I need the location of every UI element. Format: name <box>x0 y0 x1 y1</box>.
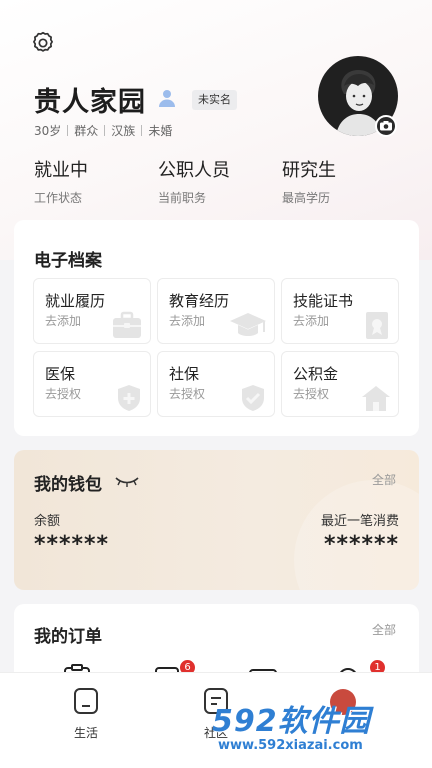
orders-title: 我的订单 <box>34 627 102 647</box>
recent-spend-value: ****** <box>323 532 399 557</box>
check-shield-icon <box>242 385 264 411</box>
briefcase-icon <box>113 311 141 338</box>
person-icon <box>159 90 175 107</box>
tile-subtitle: 去添加 <box>293 314 330 328</box>
verification-badge[interactable]: 未实名 <box>192 90 237 110</box>
tile-title: 公积金 <box>293 365 339 383</box>
user-meta: 30岁 群众 汉族 未婚 <box>34 122 172 139</box>
divider <box>104 125 106 136</box>
tile-subtitle: 去添加 <box>169 314 206 328</box>
tile-title: 就业履历 <box>45 292 106 310</box>
tile-title: 社保 <box>169 365 200 383</box>
user-ethnicity: 汉族 <box>111 124 136 138</box>
stat-work-status[interactable]: 就业中 工作状态 <box>34 156 88 206</box>
wallet-title: 我的钱包 <box>34 475 102 495</box>
watermark: 592软件园 www.592xiazai.com <box>212 696 371 753</box>
balance-label: 余额 <box>34 514 61 529</box>
stat-current-position[interactable]: 公职人员 当前职务 <box>158 156 230 206</box>
nav-item-life[interactable]: 生活 <box>56 687 116 741</box>
tile-subtitle: 去授权 <box>169 387 206 401</box>
wallet-card[interactable]: 我的钱包 全部 余额 ****** 最近一笔消费 ****** <box>14 450 419 590</box>
certificate-icon <box>366 312 388 339</box>
divider <box>67 125 69 136</box>
tile-subtitle: 去授权 <box>45 387 82 401</box>
tile-education-history[interactable]: 教育经历 去添加 <box>157 278 275 344</box>
stat-value: 就业中 <box>34 160 88 181</box>
user-political-status: 群众 <box>74 124 99 138</box>
divider <box>141 125 143 136</box>
tile-subtitle: 去授权 <box>293 387 330 401</box>
stat-value: 公职人员 <box>158 160 230 181</box>
tile-housing-fund[interactable]: 公积金 去授权 <box>281 351 399 417</box>
tile-medical-insurance[interactable]: 医保 去授权 <box>33 351 151 417</box>
graduation-cap-icon <box>230 313 266 336</box>
watermark-url: www.592xiazai.com <box>218 738 363 753</box>
orders-all-link[interactable]: 全部 <box>372 621 396 638</box>
tile-title: 技能证书 <box>293 292 354 310</box>
stat-education[interactable]: 研究生 最高学历 <box>282 156 336 206</box>
stat-label: 当前职务 <box>158 191 207 205</box>
tile-skill-certificate[interactable]: 技能证书 去添加 <box>281 278 399 344</box>
medical-shield-icon <box>118 385 140 411</box>
recent-spend-label: 最近一笔消费 <box>320 514 399 529</box>
watermark-brand: 592软件园 <box>212 704 371 739</box>
archive-title: 电子档案 <box>34 251 102 271</box>
tile-title: 医保 <box>45 365 76 383</box>
nav-label: 生活 <box>73 726 98 740</box>
tile-social-security[interactable]: 社保 去授权 <box>157 351 275 417</box>
user-marital-status: 未婚 <box>148 124 173 138</box>
user-age: 30岁 <box>34 124 62 138</box>
house-icon <box>362 386 390 411</box>
balance-value: ****** <box>34 532 110 557</box>
home-icon <box>74 688 98 714</box>
stat-value: 研究生 <box>282 160 336 181</box>
camera-icon[interactable] <box>375 115 397 137</box>
user-name: 贵人家园 <box>34 87 146 118</box>
wallet-all-link[interactable]: 全部 <box>372 471 396 488</box>
tile-employment-history[interactable]: 就业履历 去添加 <box>33 278 151 344</box>
eye-closed-icon[interactable] <box>114 474 140 488</box>
gear-icon[interactable] <box>30 30 56 56</box>
tile-title: 教育经历 <box>169 292 230 310</box>
archive-card: 电子档案 就业履历 去添加 教育经历 去添加 技能证书 去添加 医保 去授权 社… <box>14 220 419 436</box>
stat-label: 工作状态 <box>34 191 83 205</box>
tile-subtitle: 去添加 <box>45 314 82 328</box>
stat-label: 最高学历 <box>282 191 331 205</box>
